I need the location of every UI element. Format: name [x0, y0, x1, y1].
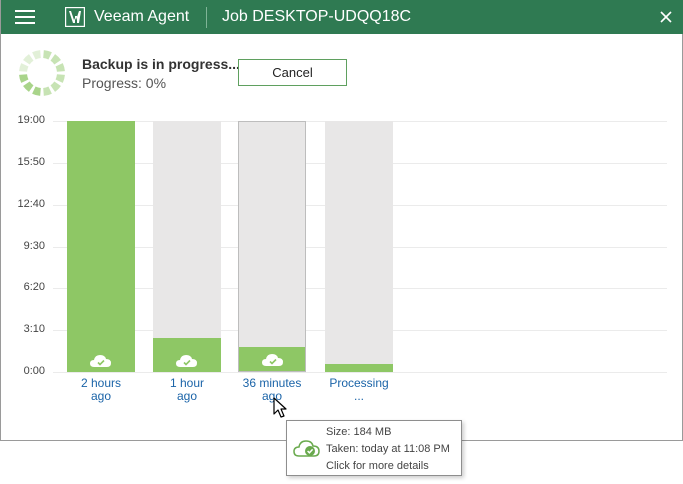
close-icon[interactable] [657, 8, 675, 26]
spinner-segment [32, 86, 41, 96]
restore-point-tooltip[interactable]: Size: 184 MB Taken: today at 11:08 PM Cl… [286, 420, 462, 476]
gridline [53, 372, 667, 373]
bar-column[interactable] [325, 121, 393, 372]
spinner-segment [50, 81, 61, 92]
status-title: Backup is in progress... [82, 56, 240, 72]
progress-text: Progress: 0% [82, 75, 167, 91]
spinner-segment [19, 63, 29, 72]
hamburger-icon[interactable] [15, 9, 35, 25]
title-bar: Veeam Agent Job DESKTOP-UDQQ18C [1, 0, 683, 34]
x-tick-label[interactable]: 2 hours ago [56, 377, 146, 403]
mouse-cursor-icon [273, 397, 287, 418]
title-separator [206, 7, 207, 28]
cloud-check-icon [175, 352, 199, 368]
spinner-segment [43, 86, 52, 96]
bar [325, 364, 393, 372]
x-tick-label-line: ago [176, 389, 198, 403]
job-title: Job DESKTOP-UDQQ18C [222, 8, 412, 25]
y-tick-label: 6:20 [23, 281, 45, 294]
bar-column[interactable] [153, 121, 221, 372]
y-tick-label: 0:00 [23, 365, 45, 377]
spinner-segment [43, 50, 52, 60]
y-tick-label: 19:00 [17, 114, 45, 126]
bar-column[interactable] [67, 121, 135, 372]
cloud-check-icon [261, 351, 285, 367]
x-tick-label[interactable]: 1 hour ago [142, 377, 232, 403]
bar [67, 121, 135, 372]
agent-window: Veeam Agent Job DESKTOP-UDQQ18C Backup i… [0, 0, 683, 441]
spinner-segment [55, 63, 65, 72]
x-tick-label-line: ... [353, 389, 364, 403]
tooltip-taken: Taken: today at 11:08 PM [326, 443, 450, 455]
app-title: Veeam Agent [94, 8, 190, 25]
x-tick-label-line: ago [90, 389, 112, 403]
veeam-logo-icon [65, 7, 85, 27]
x-tick-label-line: ago [261, 389, 283, 403]
x-tick-label[interactable]: Processing... [314, 377, 404, 403]
tooltip-size: Size: 184 MB [326, 426, 392, 438]
y-tick-label: 15:50 [17, 155, 45, 168]
tooltip-details: Click for more details [326, 460, 429, 472]
spinner-segment [50, 54, 61, 65]
spinner-segment [55, 74, 65, 83]
y-tick-label: 9:30 [23, 239, 45, 252]
spinner-segment [19, 74, 29, 83]
bar-column[interactable] [238, 121, 306, 372]
cancel-button[interactable]: Cancel [238, 59, 347, 86]
spinner-segment [23, 81, 34, 92]
cloud-check-icon [89, 352, 113, 368]
y-tick-label: 12:40 [17, 197, 45, 210]
cloud-check-icon [293, 440, 320, 457]
spinner-segment [32, 50, 41, 60]
y-tick-label: 3:10 [23, 323, 45, 336]
spinner-segment [23, 54, 34, 65]
progress-spinner-icon [19, 50, 65, 96]
x-tick-label[interactable]: 36 minutes ago [227, 377, 317, 403]
